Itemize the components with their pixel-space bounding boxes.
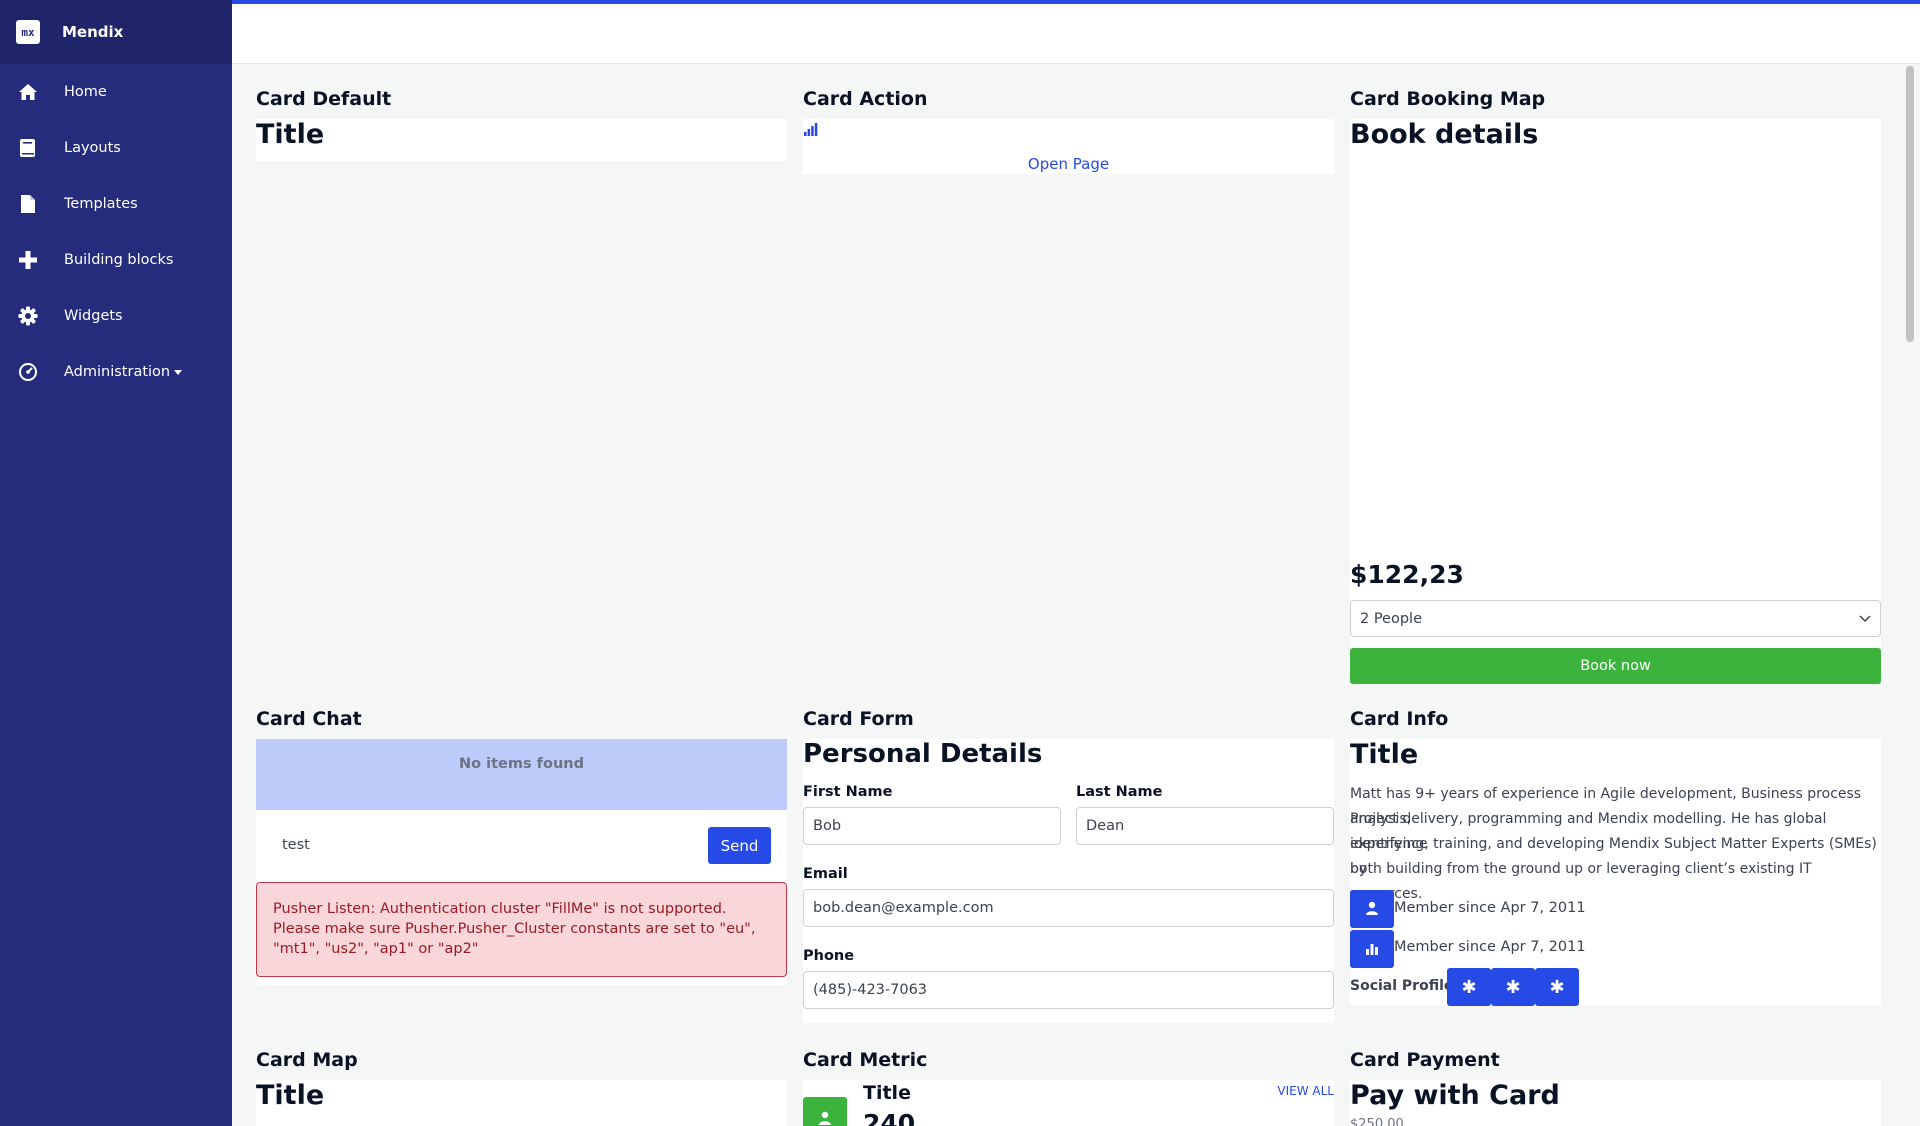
last-name-label: Last Name: [1076, 784, 1163, 800]
section-heading-card-metric: Card Metric: [803, 1049, 928, 1071]
metric-title: Title: [863, 1082, 911, 1104]
send-button[interactable]: Send: [708, 827, 771, 864]
card-map: Title: [256, 1080, 787, 1126]
section-heading-card-info: Card Info: [1350, 708, 1449, 730]
chat-message-input[interactable]: test: [272, 826, 668, 864]
sidebar-item-templates[interactable]: Templates: [0, 176, 232, 232]
book-icon: [17, 137, 39, 159]
scrollbar-thumb[interactable]: [1906, 66, 1914, 342]
stats-button[interactable]: [1350, 930, 1394, 968]
metric-icon-box: [803, 1097, 847, 1126]
payment-amount: $250.00: [1350, 1117, 1404, 1126]
user-icon: [818, 1110, 832, 1126]
mendix-logo-icon: mx: [16, 20, 40, 44]
asterisk-icon: ✱: [1461, 976, 1477, 998]
sidebar-item-label: Widgets: [64, 308, 123, 324]
card-chat: No items found test Send Pusher Listen: …: [256, 739, 787, 985]
caret-down-icon: [174, 369, 183, 375]
user-icon: [1365, 900, 1379, 919]
section-heading-card-map: Card Map: [256, 1049, 358, 1071]
card-action: Open Page: [803, 119, 1334, 174]
sidebar-item-label: Building blocks: [64, 252, 174, 268]
card-title: Title: [1350, 739, 1419, 770]
signal-icon: [804, 121, 818, 140]
phone-field[interactable]: (485)-423-7063: [803, 971, 1334, 1009]
plus-icon: [17, 249, 39, 271]
card-default: Title: [256, 119, 787, 161]
card-metric: Title 240 VIEW ALL: [803, 1080, 1334, 1126]
email-label: Email: [803, 866, 848, 882]
card-title: Pay with Card: [1350, 1080, 1560, 1111]
people-select[interactable]: 2 People: [1350, 600, 1881, 637]
card-info: Title Matt has 9+ years of experience in…: [1350, 739, 1881, 1006]
phone-label: Phone: [803, 948, 855, 964]
home-icon: [17, 81, 39, 103]
brand-name: Mendix: [62, 23, 124, 41]
view-all-link[interactable]: VIEW ALL: [1277, 1084, 1334, 1098]
open-page-link[interactable]: Open Page: [803, 155, 1334, 173]
people-select-value: 2 People: [1360, 610, 1423, 627]
sidebar-item-label: Templates: [64, 196, 138, 212]
card-booking-map: Book details $122,23 2 People Book now: [1350, 119, 1881, 684]
price: $122,23: [1350, 560, 1464, 589]
section-heading-card-form: Card Form: [803, 708, 914, 730]
error-alert: Pusher Listen: Authentication cluster "F…: [256, 882, 787, 977]
chat-empty-message: No items found: [256, 739, 787, 810]
section-heading-card-chat: Card Chat: [256, 708, 362, 730]
sidebar-item-layouts[interactable]: Layouts: [0, 120, 232, 176]
book-now-button[interactable]: Book now: [1350, 648, 1881, 684]
social-button[interactable]: ✱: [1447, 968, 1491, 1006]
brand[interactable]: mx Mendix: [0, 0, 232, 64]
asterisk-icon: ✱: [1505, 976, 1521, 998]
gear-icon: [17, 305, 39, 327]
card-form: Personal Details First Name Bob Last Nam…: [803, 739, 1334, 1023]
card-payment: Pay with Card $250.00: [1350, 1080, 1881, 1126]
sidebar-item-building-blocks[interactable]: Building blocks: [0, 232, 232, 288]
scrollbar[interactable]: [1906, 64, 1916, 1126]
sidebar-item-label: Administration: [64, 364, 183, 380]
social-button[interactable]: ✱: [1535, 968, 1579, 1006]
card-title: Personal Details: [803, 739, 1043, 769]
map-area[interactable]: [1350, 122, 1881, 522]
first-name-field[interactable]: Bob: [803, 807, 1061, 845]
file-icon: [17, 193, 39, 215]
last-name-field[interactable]: Dean: [1076, 807, 1334, 845]
sidebar-item-label: Home: [64, 84, 107, 100]
sidebar-item-label: Layouts: [64, 140, 121, 156]
top-bar: [232, 0, 1920, 64]
card-title: Title: [256, 1080, 325, 1111]
bar-chart-icon: [1365, 940, 1379, 959]
metric-value: 240: [863, 1109, 916, 1126]
section-heading-card-payment: Card Payment: [1350, 1049, 1500, 1071]
asterisk-icon: ✱: [1549, 976, 1565, 998]
social-button[interactable]: ✱: [1491, 968, 1535, 1006]
sidebar-item-widgets[interactable]: Widgets: [0, 288, 232, 344]
sidebar-item-home[interactable]: Home: [0, 64, 232, 120]
section-heading-card-default: Card Default: [256, 88, 392, 110]
chevron-down-icon: [1859, 611, 1871, 627]
email-field[interactable]: bob.dean@example.com: [803, 889, 1334, 927]
social-profiles-label: Social Profiles: [1350, 978, 1462, 994]
card-title: Title: [256, 119, 325, 150]
member-since: Member since Apr 7, 2011: [1394, 900, 1586, 916]
section-heading-card-action: Card Action: [803, 88, 928, 110]
sidebar: mx Mendix Home Layouts Templates Buildin…: [0, 0, 232, 1126]
user-button[interactable]: [1350, 890, 1394, 928]
section-heading-card-booking-map: Card Booking Map: [1350, 88, 1546, 110]
first-name-label: First Name: [803, 784, 893, 800]
member-since: Member since Apr 7, 2011: [1394, 939, 1586, 955]
sidebar-item-administration[interactable]: Administration: [0, 344, 232, 400]
dashboard-icon: [17, 361, 39, 383]
main-content: Card Default Title Card Action Open Page…: [232, 64, 1904, 1126]
